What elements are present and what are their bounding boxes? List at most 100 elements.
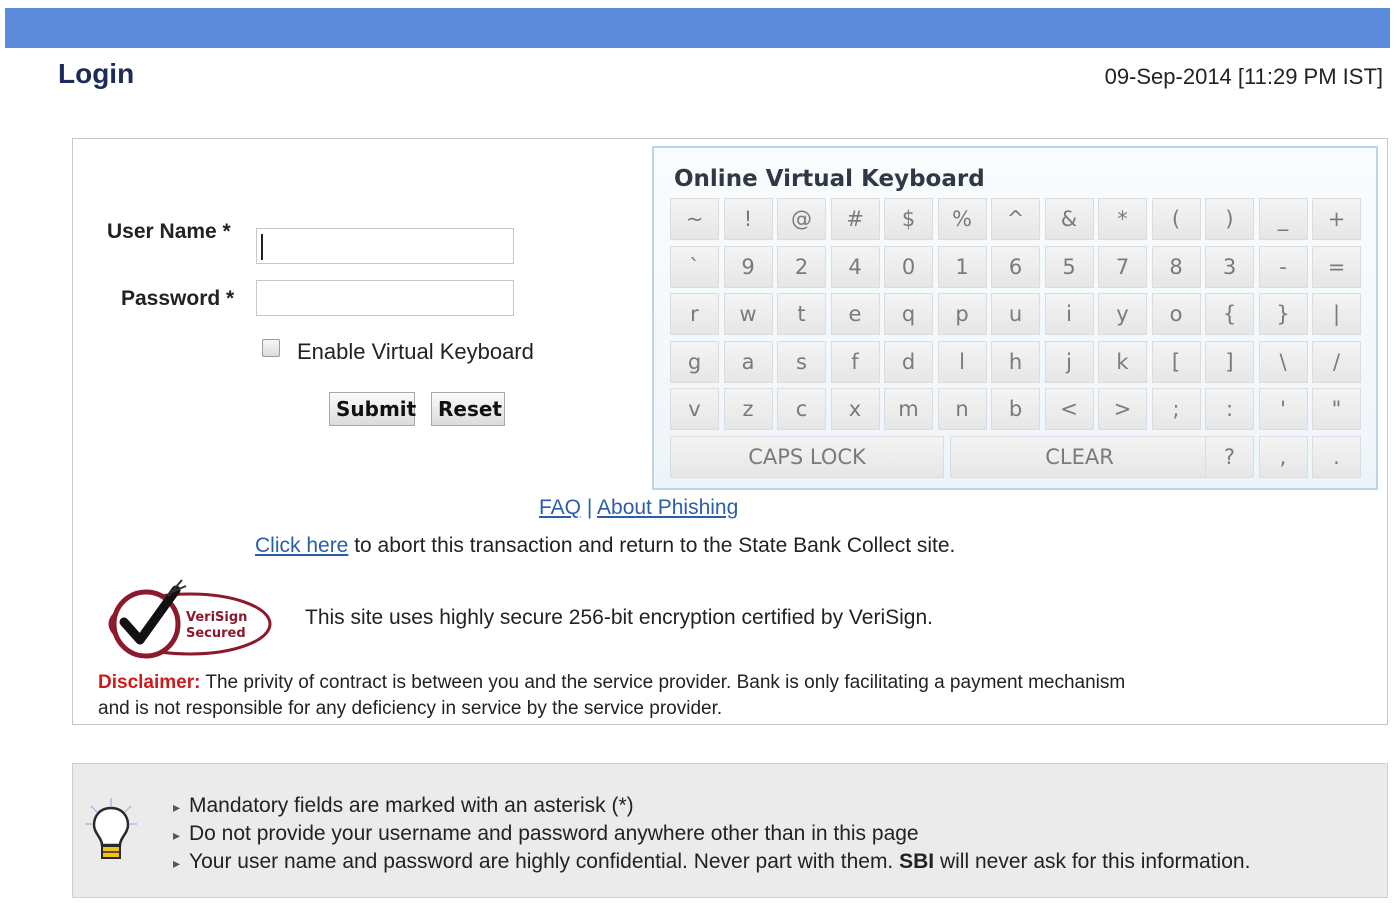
- tip-text: Do not provide your username and passwor…: [189, 822, 919, 845]
- vk-key[interactable]: -: [1258, 245, 1308, 288]
- virtual-keyboard-checkbox[interactable]: [262, 339, 280, 357]
- vk-key[interactable]: .: [1312, 435, 1361, 478]
- vk-key[interactable]: }: [1258, 293, 1308, 335]
- tip-item: ▸ Your user name and password are highly …: [173, 850, 1250, 874]
- clear-key[interactable]: CLEAR: [950, 435, 1209, 478]
- vk-key[interactable]: \: [1258, 340, 1308, 383]
- vk-key[interactable]: q: [884, 293, 933, 335]
- vk-key[interactable]: k: [1098, 340, 1147, 383]
- vk-key[interactable]: v: [670, 388, 719, 430]
- vk-key[interactable]: @: [777, 198, 826, 240]
- disclaimer-label: Disclaimer:: [98, 672, 201, 693]
- vk-key[interactable]: r: [670, 293, 719, 335]
- vk-key[interactable]: 8: [1151, 245, 1201, 288]
- vk-key[interactable]: o: [1151, 293, 1201, 335]
- vk-key[interactable]: `: [670, 245, 719, 288]
- username-label: User Name *: [107, 220, 231, 243]
- vk-key[interactable]: =: [1312, 245, 1361, 288]
- lightbulb-icon: [85, 798, 137, 859]
- vk-key[interactable]: ,: [1258, 435, 1308, 478]
- click-here-link[interactable]: Click here: [255, 534, 348, 557]
- vk-key[interactable]: h: [991, 340, 1040, 383]
- verisign-secured-logo: VeriSign Secured: [108, 579, 272, 659]
- virtual-keyboard-checkbox-label[interactable]: Enable Virtual Keyboard: [297, 339, 534, 365]
- vk-key[interactable]: %: [937, 198, 987, 240]
- disclaimer: Disclaimer: The privity of contract is b…: [98, 670, 1158, 722]
- bullet-arrow-icon: ▸: [173, 799, 181, 815]
- vk-key[interactable]: x: [830, 388, 880, 430]
- bullet-arrow-icon: ▸: [173, 855, 181, 871]
- vk-key[interactable]: *: [1098, 198, 1147, 240]
- vk-key[interactable]: t: [777, 293, 826, 335]
- vk-key[interactable]: n: [937, 388, 987, 430]
- password-label: Password *: [121, 287, 235, 310]
- vk-key[interactable]: m: [884, 388, 933, 430]
- text-cursor: [261, 234, 263, 260]
- password-field[interactable]: [256, 280, 514, 316]
- vk-key[interactable]: ): [1205, 198, 1254, 240]
- vk-key[interactable]: u: [991, 293, 1040, 335]
- vk-key[interactable]: !: [723, 198, 773, 240]
- vk-key[interactable]: >: [1098, 388, 1147, 430]
- vk-key[interactable]: ': [1258, 388, 1308, 430]
- vk-key[interactable]: <: [1044, 388, 1094, 430]
- vk-key[interactable]: (: [1151, 198, 1201, 240]
- vk-key[interactable]: g: [670, 340, 719, 383]
- submit-button[interactable]: Submit: [329, 392, 416, 426]
- vk-key[interactable]: a: [723, 340, 773, 383]
- encryption-notice: This site uses highly secure 256-bit enc…: [305, 606, 933, 629]
- vk-key[interactable]: 6: [991, 245, 1040, 288]
- vk-key[interactable]: #: [830, 198, 880, 240]
- abort-text: to abort this transaction and return to …: [348, 534, 956, 557]
- vk-key[interactable]: 0: [884, 245, 933, 288]
- vk-key[interactable]: c: [777, 388, 826, 430]
- vk-key[interactable]: e: [830, 293, 880, 335]
- vk-key[interactable]: ?: [1205, 435, 1254, 478]
- vk-key[interactable]: ^: [991, 198, 1040, 240]
- vk-key[interactable]: f: [830, 340, 880, 383]
- tip-bold-text: SBI: [899, 850, 935, 873]
- tips-panel: ▸ Mandatory fields are marked with an ast…: [72, 763, 1388, 898]
- vk-key[interactable]: 3: [1205, 245, 1254, 288]
- vk-key[interactable]: 1: [937, 245, 987, 288]
- vk-key[interactable]: +: [1312, 198, 1361, 240]
- link-separator: |: [586, 496, 593, 519]
- vk-key[interactable]: ~: [670, 198, 719, 240]
- vk-key[interactable]: i: [1044, 293, 1094, 335]
- vk-key[interactable]: z: [723, 388, 773, 430]
- tip-item: ▸ Mandatory fields are marked with an ast…: [173, 794, 634, 818]
- vk-key[interactable]: b: [991, 388, 1040, 430]
- vk-key[interactable]: 7: [1098, 245, 1147, 288]
- vk-key[interactable]: ": [1312, 388, 1361, 430]
- vk-key[interactable]: $: [884, 198, 933, 240]
- vk-key[interactable]: |: [1312, 293, 1361, 335]
- vk-key[interactable]: l: [937, 340, 987, 383]
- reset-button[interactable]: Reset: [431, 392, 505, 426]
- vk-key[interactable]: p: [937, 293, 987, 335]
- vk-key[interactable]: &: [1044, 198, 1094, 240]
- vk-key[interactable]: s: [777, 340, 826, 383]
- vk-key[interactable]: :: [1205, 388, 1254, 430]
- username-field[interactable]: [256, 228, 514, 264]
- caps-lock-key[interactable]: CAPS LOCK: [670, 435, 944, 478]
- vk-key[interactable]: 2: [777, 245, 826, 288]
- vk-key[interactable]: ]: [1205, 340, 1254, 383]
- vk-key[interactable]: y: [1098, 293, 1147, 335]
- vk-key[interactable]: /: [1312, 340, 1361, 383]
- vk-key[interactable]: 4: [830, 245, 880, 288]
- virtual-keyboard: Online Virtual Keyboard ~! @ # $% ^ & *() _ + ` 9 2…: [652, 146, 1378, 490]
- vk-key[interactable]: ;: [1151, 388, 1201, 430]
- tip-text: Your user name and password are highly c…: [189, 850, 900, 873]
- vk-key[interactable]: j: [1044, 340, 1094, 383]
- vk-key[interactable]: 5: [1044, 245, 1094, 288]
- vk-key[interactable]: w: [723, 293, 773, 335]
- about-phishing-link[interactable]: About Phishing: [597, 496, 738, 519]
- vk-key[interactable]: d: [884, 340, 933, 383]
- faq-link[interactable]: FAQ: [539, 496, 581, 519]
- vk-key[interactable]: _: [1258, 198, 1308, 240]
- vk-key[interactable]: 9: [723, 245, 773, 288]
- vk-key[interactable]: [: [1151, 340, 1201, 383]
- vk-key[interactable]: {: [1205, 293, 1254, 335]
- help-links: FAQ | About Phishing: [539, 496, 738, 520]
- verisign-badge-line2: Secured: [186, 626, 246, 641]
